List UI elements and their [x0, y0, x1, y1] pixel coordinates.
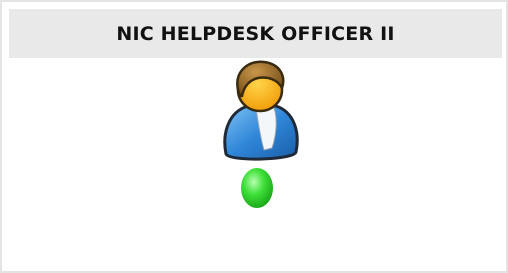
- card-header: NIC HELPDESK OFFICER II: [9, 9, 502, 58]
- card-title: NIC HELPDESK OFFICER II: [116, 22, 395, 45]
- user-card: NIC HELPDESK OFFICER II: [0, 0, 508, 273]
- user-avatar-icon[interactable]: [214, 56, 304, 164]
- online-status-icon: [239, 165, 275, 211]
